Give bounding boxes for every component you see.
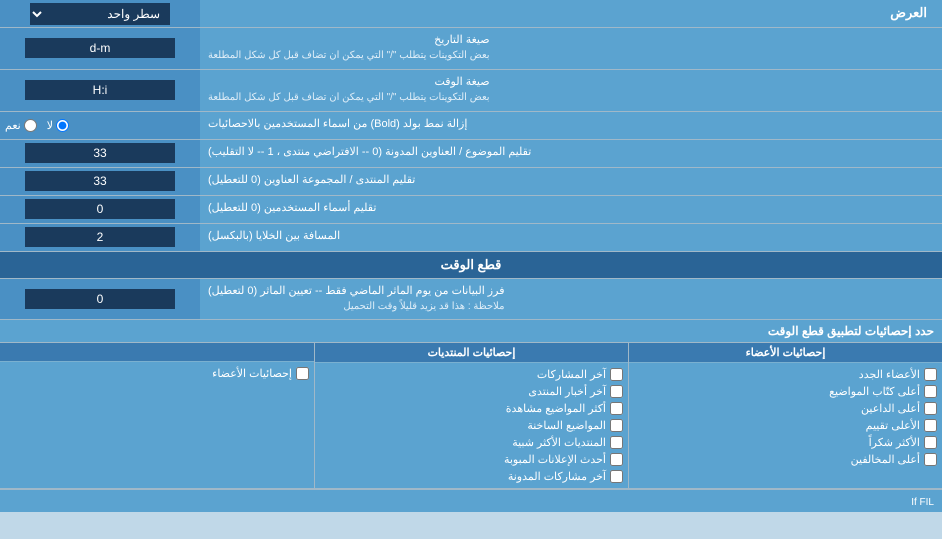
list-item: المنتديات الأكثر شبية xyxy=(320,434,623,451)
page-title: العرض xyxy=(890,4,927,22)
time-format-label: صيغة الوقت بعض التكوينات يتطلب "/" التي … xyxy=(208,75,490,106)
list-item: الأعضاء الجدد xyxy=(634,366,937,383)
list-item: إحصائيات الأعضاء xyxy=(5,365,309,382)
user-names-label: تقليم أسماء المستخدمين (0 للتعطيل) xyxy=(208,201,376,216)
col2-header: إحصائيات المنتديات xyxy=(315,343,628,363)
col1-header: إحصائيات الأعضاء xyxy=(629,343,942,363)
subject-titles-label: تقليم الموضوع / العناوين المدونة (0 -- ا… xyxy=(208,145,531,160)
stat-hot-topics-checkbox[interactable] xyxy=(610,419,623,432)
statistics-section-title: حدد إحصائيات لتطبيق قطع الوقت xyxy=(0,320,942,342)
stat-last-posts-checkbox[interactable] xyxy=(610,368,623,381)
list-item: أحدث الإعلانات المبوبة xyxy=(320,451,623,468)
time-cut-input[interactable] xyxy=(25,289,175,309)
list-item: أعلى الداعين xyxy=(634,400,937,417)
cell-spacing-label: المسافة بين الخلايا (بالبكسل) xyxy=(208,229,340,244)
list-item: أكثر المواضيع مشاهدة xyxy=(320,400,623,417)
list-item: الأكثر شكراً xyxy=(634,434,937,451)
stat-new-members-checkbox[interactable] xyxy=(924,368,937,381)
list-item: آخر المشاركات xyxy=(320,366,623,383)
bold-remove-yes-radio[interactable] xyxy=(24,119,37,132)
stat-most-viewed-checkbox[interactable] xyxy=(610,402,623,415)
forum-titles-label: تقليم المنتدى / المجموعة العناوين (0 للت… xyxy=(208,173,415,188)
date-format-input[interactable] xyxy=(25,38,175,58)
bold-remove-no-label: لا xyxy=(47,119,69,132)
stat-top-inviters-checkbox[interactable] xyxy=(924,402,937,415)
forum-titles-input[interactable] xyxy=(25,171,175,191)
list-item: أعلى كتّاب المواضيع xyxy=(634,383,937,400)
subject-titles-input[interactable] xyxy=(25,143,175,163)
time-format-input[interactable] xyxy=(25,80,175,100)
stat-most-similar-checkbox[interactable] xyxy=(610,436,623,449)
stat-last-news-checkbox[interactable] xyxy=(610,385,623,398)
stat-top-posters-checkbox[interactable] xyxy=(924,385,937,398)
cell-spacing-input[interactable] xyxy=(25,227,175,247)
stat-top-rated-checkbox[interactable] xyxy=(924,419,937,432)
bold-remove-label: إزالة نمط بولد (Bold) من اسماء المستخدمي… xyxy=(208,117,467,132)
date-format-label: صيغة التاريخ بعض التكوينات يتطلب "/" الت… xyxy=(208,33,490,64)
time-cut-header: قطع الوقت xyxy=(0,252,942,279)
list-item: المواضيع الساخنة xyxy=(320,417,623,434)
col3-header xyxy=(0,343,314,362)
stat-member-stats-checkbox[interactable] xyxy=(296,367,309,380)
list-item: أعلى المخالفين xyxy=(634,451,937,468)
bold-remove-no-radio[interactable] xyxy=(56,119,69,132)
time-cut-label: فرز البيانات من يوم الماثر الماضي فقط --… xyxy=(208,284,504,315)
user-names-input[interactable] xyxy=(25,199,175,219)
display-mode-select[interactable]: سطر واحد xyxy=(30,3,170,25)
list-item: آخر مشاركات المدونة xyxy=(320,468,623,485)
bold-remove-yes-label: نعم xyxy=(5,119,37,132)
list-item: آخر أخبار المنتدى xyxy=(320,383,623,400)
bottom-note: If FIL xyxy=(911,497,934,508)
stat-last-blog-checkbox[interactable] xyxy=(610,470,623,483)
stat-most-thanked-checkbox[interactable] xyxy=(924,436,937,449)
stat-top-warned-checkbox[interactable] xyxy=(924,453,937,466)
list-item: الأعلى تقييم xyxy=(634,417,937,434)
stat-latest-classifieds-checkbox[interactable] xyxy=(610,453,623,466)
